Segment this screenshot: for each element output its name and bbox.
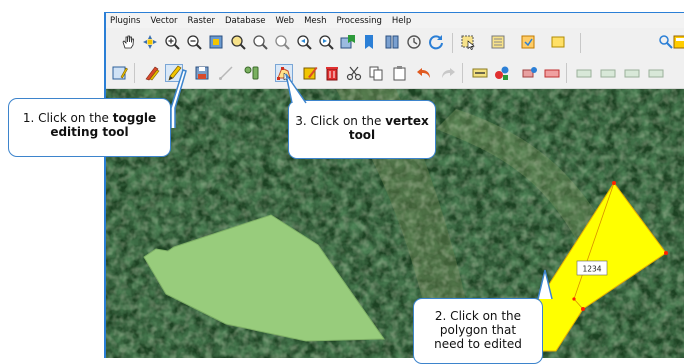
- callout-step1: 1. Click on the toggle editing tool: [8, 98, 171, 157]
- digitize-with-segment-icon[interactable]: [244, 65, 260, 81]
- callout-step3-prefix: 3. Click on the: [295, 114, 386, 128]
- show-bookmarks-icon[interactable]: [362, 34, 378, 50]
- show-hide-labels-icon[interactable]: [576, 65, 592, 81]
- menu-mesh[interactable]: Mesh: [304, 16, 326, 26]
- attribute-table-icon[interactable]: [520, 34, 536, 50]
- refresh-icon[interactable]: [406, 34, 422, 50]
- menu-database[interactable]: Database: [225, 16, 266, 26]
- menu-processing[interactable]: Processing: [336, 16, 381, 26]
- paste-features-icon[interactable]: [392, 65, 408, 81]
- delete-selected-icon[interactable]: [324, 65, 340, 81]
- zoom-to-layer-icon[interactable]: [252, 34, 268, 50]
- toolbar-separator: [580, 33, 581, 53]
- highlight-labels-icon[interactable]: [544, 65, 560, 81]
- menu-vector[interactable]: Vector: [150, 16, 177, 26]
- select-features-icon[interactable]: [460, 34, 476, 50]
- diagram-icon[interactable]: [494, 65, 510, 81]
- label-toolbar-icon[interactable]: [472, 65, 488, 81]
- menu-web[interactable]: Web: [276, 16, 295, 26]
- add-feature-icon[interactable]: [218, 65, 234, 81]
- cut-features-icon[interactable]: [346, 65, 362, 81]
- toolbar-separator: [134, 63, 135, 83]
- menu-raster[interactable]: Raster: [188, 16, 215, 26]
- rotate-label-icon[interactable]: [624, 65, 640, 81]
- zoom-next-icon[interactable]: [318, 34, 334, 50]
- pan-hand-icon[interactable]: [120, 34, 136, 50]
- callout-step3-pointer: [285, 73, 307, 104]
- callout-step1-prefix: 1. Click on the: [22, 111, 113, 125]
- callout-step1-pointer: [170, 69, 187, 128]
- zoom-in-icon[interactable]: [164, 34, 180, 50]
- callout-step2-text: 2. Click on the polygon that need to edi…: [434, 309, 522, 351]
- digitizing-icon[interactable]: [112, 65, 128, 81]
- toolbar-separator: [452, 33, 453, 53]
- zoom-last-icon[interactable]: [296, 34, 312, 50]
- current-edits-icon[interactable]: [144, 65, 160, 81]
- map-navigation-toolbar: [106, 28, 684, 59]
- toolbar-separator: [462, 63, 463, 83]
- new-bookmark-icon[interactable]: [340, 34, 356, 50]
- feature-label: 1234: [582, 265, 601, 274]
- copy-features-icon[interactable]: [368, 65, 384, 81]
- qgis-window: Plugins Vector Raster Database Web Mesh …: [104, 12, 684, 358]
- menu-bar: Plugins Vector Raster Database Web Mesh …: [106, 13, 684, 28]
- vertex-marker[interactable]: [612, 181, 616, 185]
- callout-step3: 3. Click on the vertex tool: [288, 100, 436, 159]
- deselect-icon[interactable]: [490, 34, 506, 50]
- zoom-full-icon[interactable]: [208, 34, 224, 50]
- callout-step2: 2. Click on the polygon that need to edi…: [413, 298, 543, 364]
- calculator-icon[interactable]: [672, 34, 684, 50]
- digitizing-toolbar: [106, 58, 684, 89]
- field-calculator-icon[interactable]: [550, 34, 566, 50]
- save-edits-icon[interactable]: [194, 65, 210, 81]
- menu-plugins[interactable]: Plugins: [110, 16, 140, 26]
- callout-step2-pointer: [537, 269, 553, 300]
- vertex-marker[interactable]: [572, 297, 576, 301]
- vertex-marker[interactable]: [581, 307, 585, 311]
- pin-labels-icon[interactable]: [522, 65, 538, 81]
- undo-icon[interactable]: [416, 65, 432, 81]
- redo-icon[interactable]: [440, 65, 456, 81]
- zoom-native-icon[interactable]: [274, 34, 290, 50]
- temporal-controller-icon[interactable]: [384, 34, 400, 50]
- menu-help[interactable]: Help: [392, 16, 411, 26]
- zoom-to-selection-icon[interactable]: [230, 34, 246, 50]
- zoom-out-icon[interactable]: [186, 34, 202, 50]
- identify-icon[interactable]: [428, 34, 444, 50]
- toolbar-separator: [566, 63, 567, 83]
- move-label-icon[interactable]: [600, 65, 616, 81]
- change-label-icon[interactable]: [648, 65, 664, 81]
- pan-to-selection-icon[interactable]: [142, 34, 158, 50]
- vertex-marker[interactable]: [664, 251, 668, 255]
